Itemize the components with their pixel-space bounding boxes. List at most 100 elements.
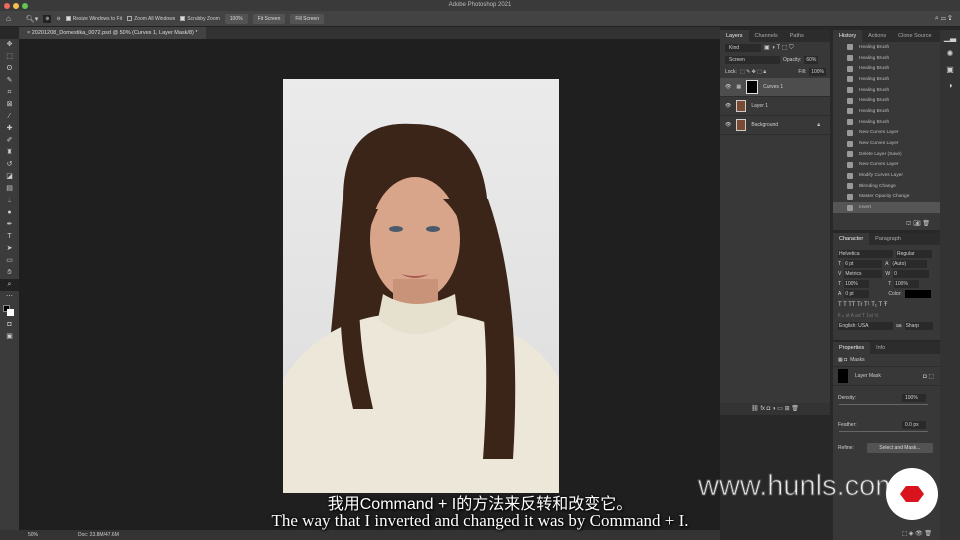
stamp-tool-icon[interactable]: ♜ — [0, 147, 19, 159]
tab-paths[interactable]: Paths — [784, 30, 810, 42]
minimize-button[interactable] — [13, 3, 19, 9]
text-color-swatch[interactable] — [904, 290, 931, 298]
history-actions[interactable]: ⛫ 📷︎ 🗑︎ — [833, 218, 940, 230]
tab-info[interactable]: Info — [870, 342, 891, 354]
tracking-field[interactable]: 0 — [893, 270, 930, 278]
dodge-tool-icon[interactable]: ● — [0, 207, 19, 219]
opentype-buttons[interactable]: fi ℴ st A ad T 1st ½ — [833, 311, 940, 321]
hand-tool-icon[interactable]: ✋︎ — [0, 267, 19, 279]
mask-options-icons[interactable]: ◘ ⬚ — [923, 373, 934, 380]
select-and-mask-button[interactable]: Select and Mask... — [866, 443, 933, 453]
pixel-mask-icon[interactable]: ▦ ◘ — [838, 357, 847, 363]
history-item[interactable]: Master Opacity Change — [833, 192, 940, 203]
history-item[interactable]: Modify Curves Layer — [833, 170, 940, 181]
zoom-out-icon[interactable]: ⊖ — [56, 16, 60, 22]
libraries-icon[interactable]: ▣ — [940, 62, 960, 78]
tab-layers[interactable]: Layers — [720, 30, 749, 42]
zoom-in-icon[interactable]: ⊕ — [43, 14, 52, 23]
opacity-field[interactable]: 60% — [804, 56, 819, 64]
history-item[interactable]: Blending Change — [833, 181, 940, 192]
search-icon[interactable]: ⌕ ▭ ⇪ — [935, 15, 952, 23]
histogram-icon[interactable]: ▁▃ — [940, 30, 960, 46]
screen-mode-icon[interactable]: ▣ — [0, 331, 19, 343]
type-style-buttons[interactable]: T T TT Tr T¹ T₁ T Ŧ — [833, 299, 940, 311]
brush-tool-icon[interactable]: ✐ — [0, 135, 19, 147]
more-tools-icon[interactable]: ⋯ — [0, 291, 19, 303]
history-item[interactable]: New Curves Layer — [833, 160, 940, 171]
fill-field[interactable]: 100% — [809, 68, 826, 76]
home-icon[interactable]: ⌂ — [6, 14, 11, 23]
vertical-scale-field[interactable]: 100% — [844, 280, 870, 288]
frame-tool-icon[interactable]: ⊠ — [0, 99, 19, 111]
zoom-all-checkbox[interactable]: Zoom All Windows — [127, 16, 175, 22]
doc-size[interactable]: Doc: 23.8M/47.6M — [78, 530, 119, 540]
pen-tool-icon[interactable]: ✒ — [0, 219, 19, 231]
font-family-select[interactable]: Helvetica — [838, 249, 893, 258]
anti-alias-select[interactable]: Sharp — [904, 322, 933, 330]
color-swatches[interactable] — [0, 303, 19, 319]
history-item[interactable]: Healing Brush — [833, 53, 940, 64]
crop-tool-icon[interactable]: ⌗ — [0, 87, 19, 99]
history-item[interactable]: Healing Brush — [833, 106, 940, 117]
zoom-value-field[interactable]: 100% — [224, 13, 248, 24]
kerning-field[interactable]: Metrics — [844, 270, 883, 278]
gradient-tool-icon[interactable]: ▤ — [0, 183, 19, 195]
tab-character[interactable]: Character — [833, 233, 870, 245]
adjustments-icon[interactable]: ◑ — [940, 78, 960, 94]
eyedropper-icon[interactable]: ⁄ — [0, 111, 19, 123]
history-item[interactable]: New Curves Layer — [833, 128, 940, 139]
path-select-icon[interactable]: ➤ — [0, 243, 19, 255]
visibility-eye-icon[interactable]: 👁︎ — [725, 84, 731, 90]
close-button[interactable] — [4, 3, 10, 9]
tab-actions[interactable]: Actions — [862, 30, 892, 42]
history-item[interactable]: Healing Brush — [833, 95, 940, 106]
tab-channels[interactable]: Channels — [749, 30, 784, 42]
font-size-field[interactable]: 6 pt — [844, 260, 883, 268]
move-tool-icon[interactable]: ✥ — [0, 39, 19, 51]
history-item[interactable]: Invert — [833, 202, 940, 213]
layer-row-background[interactable]: 👁︎ Background 🔒︎ — [720, 116, 830, 135]
healing-brush-icon[interactable]: ✚ — [0, 123, 19, 135]
quick-mask-icon[interactable]: ◘ — [0, 319, 19, 331]
font-style-select[interactable]: Regular — [896, 249, 932, 258]
density-slider[interactable] — [839, 404, 928, 405]
history-item[interactable]: New Curves Layer — [833, 138, 940, 149]
history-brush-icon[interactable]: ↺ — [0, 159, 19, 171]
layer-row-layer1[interactable]: 👁︎ Layer 1 — [720, 97, 830, 116]
scrubby-zoom-checkbox[interactable]: Scrubby Zoom — [180, 16, 220, 22]
type-tool-icon[interactable]: T — [0, 231, 19, 243]
baseline-shift-field[interactable]: 0 pt — [844, 290, 870, 298]
zoom-tool-icon[interactable]: 🔍︎▾ — [26, 15, 38, 23]
history-item[interactable]: Delete Layer (Save) — [833, 149, 940, 160]
filter-icons[interactable]: ▣ ◑ T ⬚ ⛉ — [764, 44, 794, 52]
tab-paragraph[interactable]: Paragraph — [869, 233, 907, 245]
feather-field[interactable]: 0.0 px — [902, 421, 926, 429]
shape-tool-icon[interactable]: ▭ — [0, 255, 19, 267]
quick-select-icon[interactable]: ✎ — [0, 75, 19, 87]
leading-field[interactable]: (Auto) — [891, 260, 928, 268]
history-item[interactable]: Healing Brush — [833, 117, 940, 128]
lock-icons[interactable]: ⬚ ✎ ✥ ⬚ 🔒︎ — [740, 69, 766, 75]
navigator-icon[interactable]: ✺ — [940, 46, 960, 62]
tab-properties[interactable]: Properties — [833, 342, 871, 354]
filter-kind-select[interactable]: Kind — [725, 44, 761, 52]
blend-mode-select[interactable]: Screen — [725, 56, 780, 64]
fit-screen-button[interactable]: Fit Screen — [252, 13, 286, 24]
blur-tool-icon[interactable]: 💧︎ — [0, 195, 19, 207]
horizontal-scale-field[interactable]: 100% — [894, 280, 920, 288]
lasso-tool-icon[interactable]: ʘ — [0, 63, 19, 75]
zoom-level[interactable]: 50% — [28, 530, 38, 540]
history-item[interactable]: Healing Brush — [833, 63, 940, 74]
zoom-tool-icon[interactable]: ⌕ — [0, 279, 19, 291]
layer-mask-thumbnail[interactable] — [746, 80, 759, 94]
eraser-icon[interactable]: ◪ — [0, 171, 19, 183]
visibility-eye-icon[interactable]: 👁︎ — [725, 122, 731, 128]
history-item[interactable]: Healing Brush — [833, 85, 940, 96]
history-item[interactable]: Healing Brush — [833, 74, 940, 85]
maximize-button[interactable] — [22, 3, 28, 9]
tab-clone-source[interactable]: Clone Source — [892, 30, 937, 42]
canvas-area[interactable] — [19, 39, 720, 530]
visibility-eye-icon[interactable]: 👁︎ — [725, 103, 731, 109]
layer-row-curves[interactable]: 👁︎ ▦ Curves 1 — [720, 78, 830, 97]
history-item[interactable]: Healing Brush — [833, 42, 940, 53]
